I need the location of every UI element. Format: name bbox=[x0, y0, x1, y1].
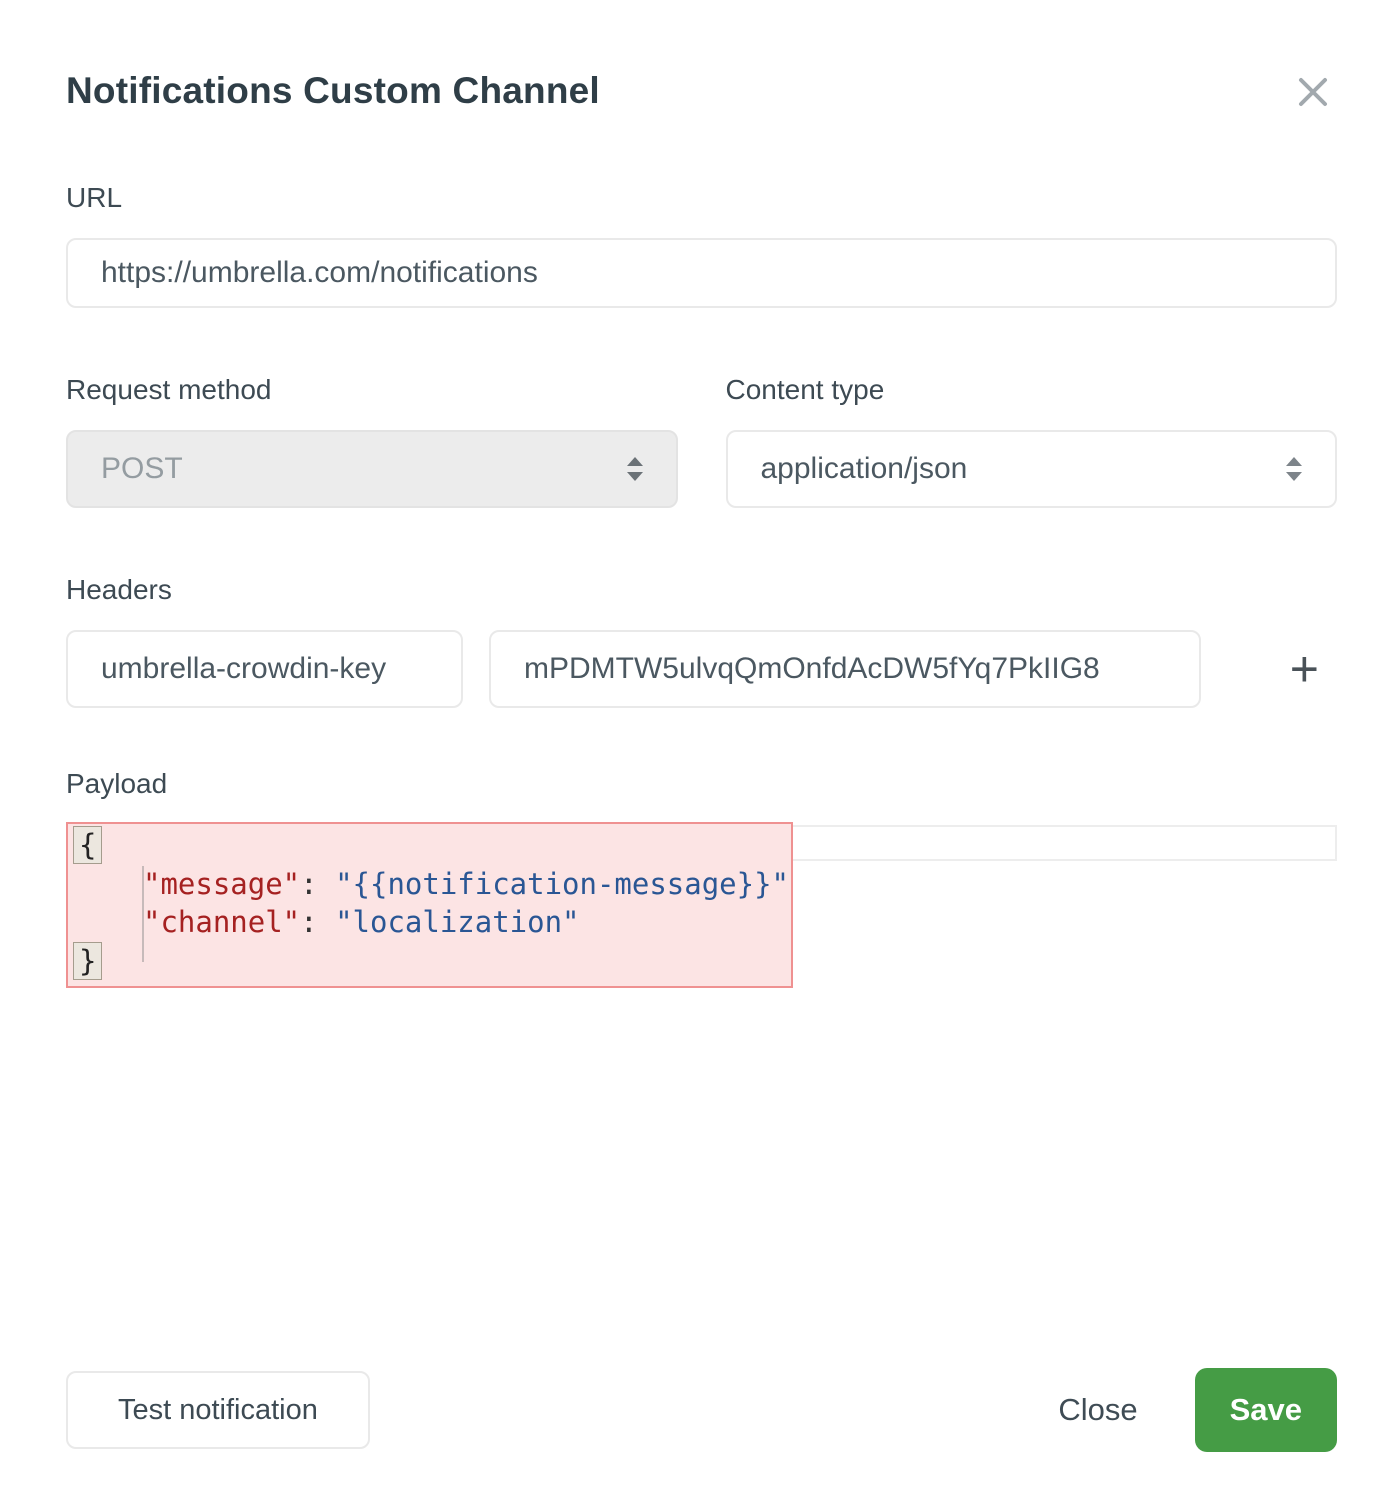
header-row: + bbox=[66, 630, 1337, 708]
page-title: Notifications Custom Channel bbox=[66, 70, 600, 112]
code-line: "message": "{{notification-message}}", bbox=[73, 865, 791, 904]
dialog-header: Notifications Custom Channel bbox=[66, 70, 1337, 116]
select-arrows-icon bbox=[1283, 454, 1305, 484]
payload-group: Payload { "message": "{{notification-mes… bbox=[66, 768, 1337, 988]
request-method-group: Request method POST bbox=[66, 374, 678, 508]
close-icon bbox=[1293, 100, 1333, 115]
code-line: } bbox=[73, 942, 791, 981]
content-type-label: Content type bbox=[726, 374, 1338, 406]
request-method-value: POST bbox=[101, 452, 183, 486]
headers-label: Headers bbox=[66, 574, 1337, 606]
matching-bracket: } bbox=[73, 942, 102, 980]
code-line: "channel": "localization" bbox=[73, 903, 791, 942]
test-notification-button[interactable]: Test notification bbox=[66, 1371, 370, 1449]
content-type-select[interactable]: application/json bbox=[726, 430, 1338, 508]
payload-label: Payload bbox=[66, 768, 1337, 800]
matching-bracket: { bbox=[73, 826, 102, 864]
request-method-label: Request method bbox=[66, 374, 678, 406]
code-line: { bbox=[73, 826, 791, 865]
method-contenttype-row: Request method POST Content type applica… bbox=[66, 374, 1337, 508]
indent-guide bbox=[142, 866, 144, 962]
headers-group: Headers + bbox=[66, 574, 1337, 708]
notifications-custom-channel-dialog: Notifications Custom Channel URL Request… bbox=[0, 0, 1400, 1452]
plus-icon: + bbox=[1290, 641, 1319, 697]
footer-actions: Close Save bbox=[1058, 1368, 1337, 1452]
url-field-group: URL bbox=[66, 182, 1337, 308]
content-type-value: application/json bbox=[761, 452, 968, 486]
close-button[interactable] bbox=[1289, 68, 1337, 116]
header-value-input[interactable] bbox=[489, 630, 1201, 708]
dialog-footer: Test notification Close Save bbox=[66, 1368, 1337, 1452]
close-footer-button[interactable]: Close bbox=[1058, 1392, 1137, 1428]
url-input[interactable] bbox=[66, 238, 1337, 308]
payload-error-highlight[interactable]: { "message": "{{notification-message}}",… bbox=[66, 822, 793, 988]
request-method-select[interactable]: POST bbox=[66, 430, 678, 508]
save-button[interactable]: Save bbox=[1195, 1368, 1337, 1452]
content-type-group: Content type application/json bbox=[726, 374, 1338, 508]
url-label: URL bbox=[66, 182, 1337, 214]
add-header-button[interactable]: + bbox=[1290, 644, 1319, 694]
header-key-input[interactable] bbox=[66, 630, 463, 708]
select-arrows-icon bbox=[624, 454, 646, 484]
payload-editor[interactable]: { "message": "{{notification-message}}",… bbox=[66, 822, 1337, 988]
